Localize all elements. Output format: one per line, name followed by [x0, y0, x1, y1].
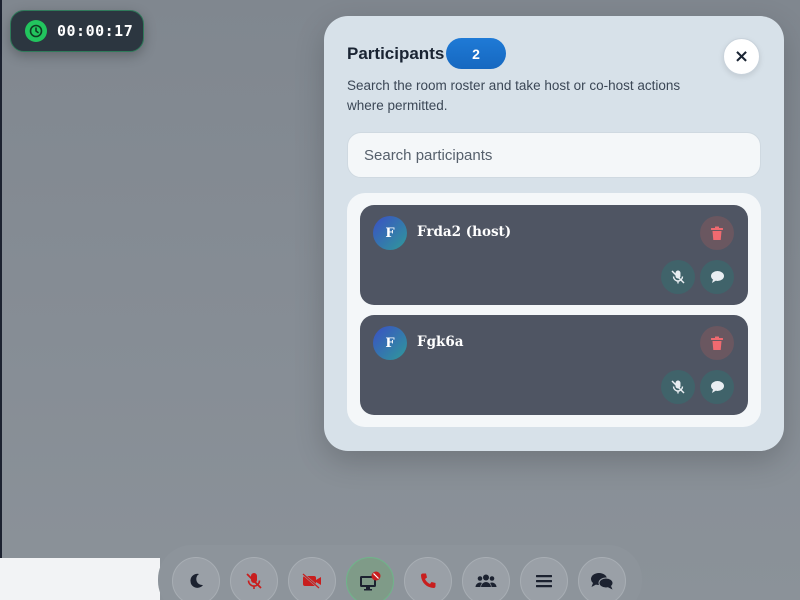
people-icon [475, 574, 497, 587]
stage-edge [0, 0, 2, 560]
avatar: F [373, 216, 407, 250]
message-participant-button[interactable] [700, 370, 734, 404]
camera-toggle-button[interactable] [288, 557, 336, 600]
participant-list: F Frda2 (host) F Fgk6a [347, 193, 761, 427]
screen-share-button[interactable] [346, 557, 394, 600]
participant-count-badge: 2 [446, 38, 506, 69]
participant-card: F Frda2 (host) [360, 205, 748, 305]
chat-icon [591, 573, 614, 590]
chat-button[interactable] [578, 557, 626, 600]
remove-participant-button[interactable] [700, 216, 734, 250]
chat-icon [710, 381, 724, 393]
remove-participant-button[interactable] [700, 326, 734, 360]
search-input[interactable] [347, 132, 761, 178]
menu-icon [536, 575, 552, 588]
participant-name: Frda2 (host) [417, 224, 512, 240]
mic-off-icon [246, 573, 262, 589]
phone-icon [421, 573, 436, 588]
mic-off-icon [671, 380, 685, 394]
call-toolbar [158, 545, 642, 600]
video-off-icon [302, 573, 321, 589]
trash-icon [711, 226, 723, 240]
theme-toggle-button[interactable] [172, 557, 220, 600]
menu-button[interactable] [520, 557, 568, 600]
avatar: F [373, 326, 407, 360]
moon-icon [190, 573, 203, 588]
message-participant-button[interactable] [700, 260, 734, 294]
close-button[interactable]: × [723, 38, 760, 75]
mic-off-icon [671, 270, 685, 284]
end-call-button[interactable] [404, 557, 452, 600]
participant-name: Fgk6a [417, 334, 464, 350]
panel-title: Participants [347, 44, 445, 63]
page-background-strip [0, 558, 160, 600]
mic-toggle-button[interactable] [230, 557, 278, 600]
participants-button[interactable] [462, 557, 510, 600]
participant-card: F Fgk6a [360, 315, 748, 415]
chat-icon [710, 271, 724, 283]
panel-description: Search the room roster and take host or … [347, 78, 681, 113]
participants-panel: Participants 2 × Search the room roster … [324, 16, 784, 451]
clock-icon [25, 20, 47, 42]
mute-participant-button[interactable] [661, 260, 695, 294]
mute-participant-button[interactable] [661, 370, 695, 404]
call-timer: 00:00:17 [10, 10, 144, 52]
screen-share-off-icon [360, 571, 381, 591]
trash-icon [711, 336, 723, 350]
timer-text: 00:00:17 [57, 22, 134, 40]
